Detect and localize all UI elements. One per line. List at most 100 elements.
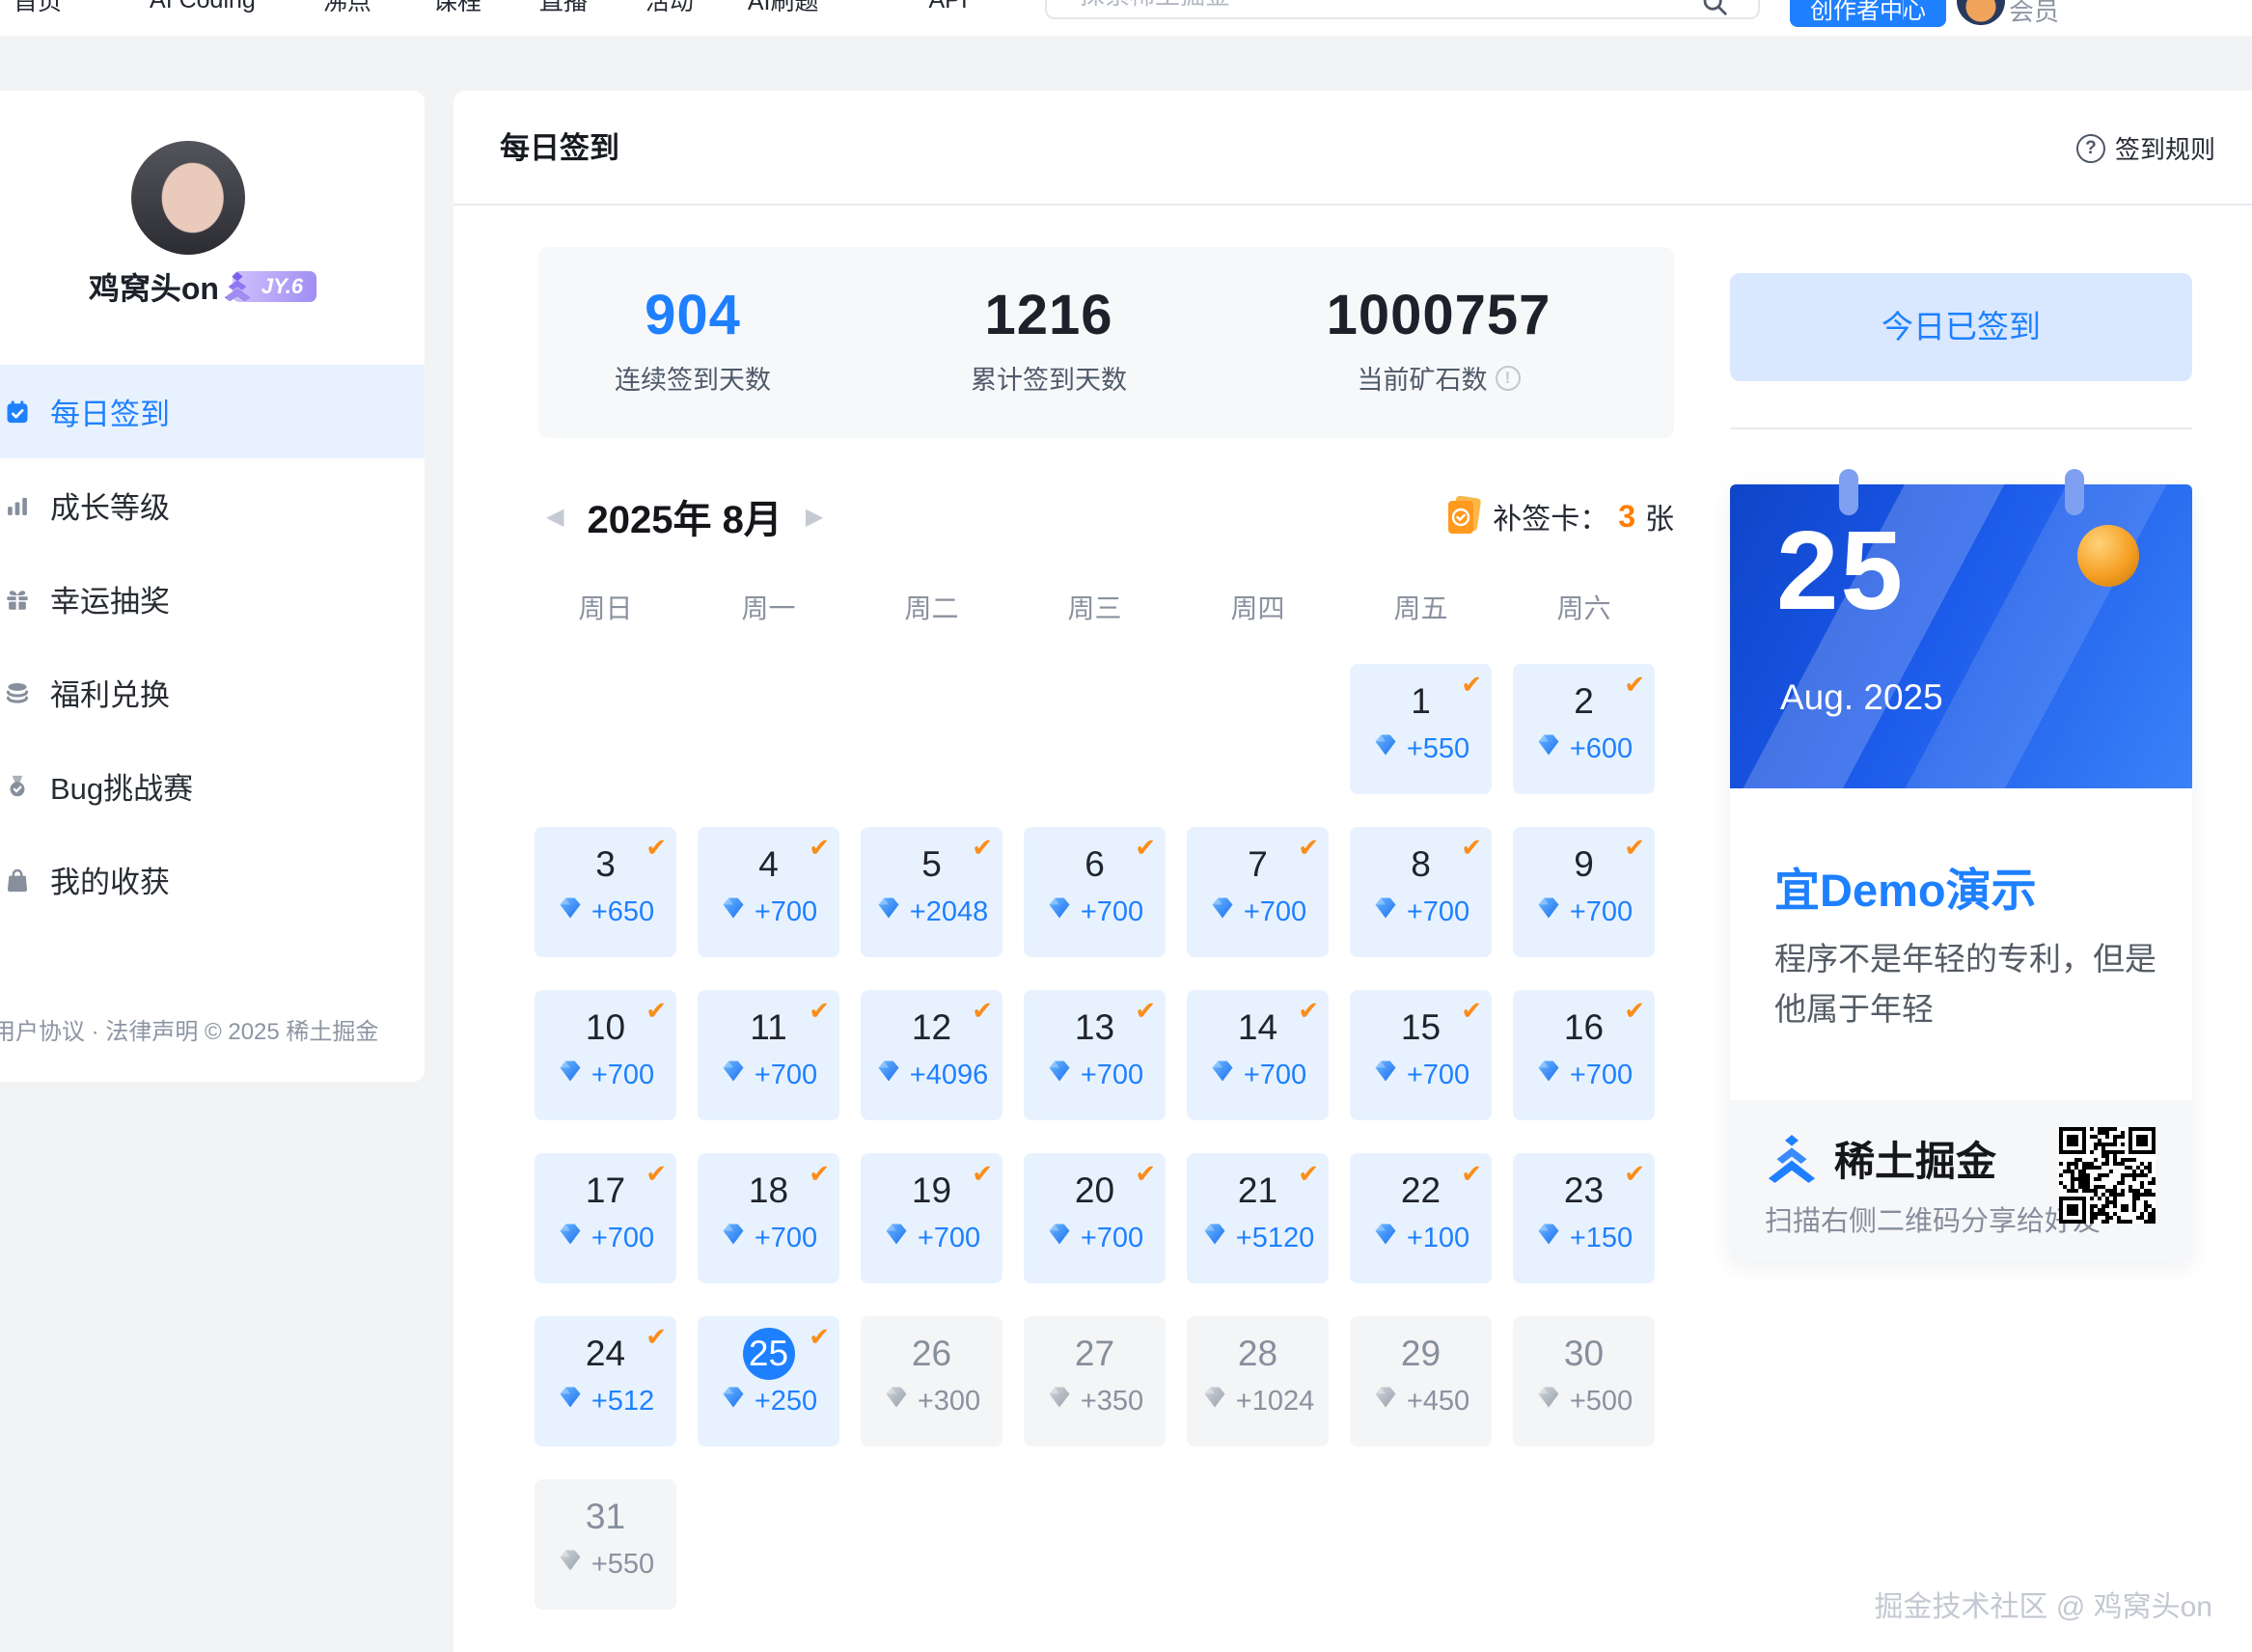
- weekday-header: 周日: [535, 590, 676, 628]
- checkin-rules-link[interactable]: ? 签到规则: [2076, 91, 2215, 206]
- page-title: 每日签到: [500, 91, 619, 206]
- coins-icon: [4, 679, 31, 706]
- calendar-day-7[interactable]: ✔7+700: [1187, 827, 1329, 957]
- day-reward: +700: [861, 1221, 1002, 1255]
- search-icon[interactable]: [1700, 0, 1729, 17]
- info-icon[interactable]: !: [1496, 366, 1521, 391]
- calendar-day-24[interactable]: ✔24+512: [535, 1316, 676, 1446]
- day-number: 29: [1350, 1328, 1492, 1380]
- aside-divider: [1730, 427, 2192, 429]
- nav-item-3[interactable]: 沸点: [323, 0, 371, 17]
- checked-icon: ✔: [1135, 996, 1156, 1026]
- checkin-rules-label: 签到规则: [2115, 130, 2215, 166]
- calendar-day-6[interactable]: ✔6+700: [1024, 827, 1166, 957]
- calendar-day-4[interactable]: ✔4+700: [698, 827, 839, 957]
- calendar-day-8[interactable]: ✔8+700: [1350, 827, 1492, 957]
- calendar-day-30[interactable]: 30+500: [1513, 1316, 1655, 1446]
- sidebar-footer-links[interactable]: 用户协议 · 法律声明 © 2025 稀土掘金: [0, 1012, 378, 1046]
- calendar-day-13[interactable]: ✔13+700: [1024, 990, 1166, 1120]
- nav-item-7[interactable]: AI刷题: [748, 0, 819, 17]
- makeup-card-counter[interactable]: 补签卡： 3 张: [1444, 481, 1674, 552]
- calendar-day-25[interactable]: ✔25+250: [698, 1316, 839, 1446]
- nav-item-4[interactable]: 课程: [433, 0, 481, 17]
- nav-item-6[interactable]: 活动: [645, 0, 694, 17]
- checked-icon: ✔: [645, 833, 667, 863]
- day-reward: +700: [1024, 1058, 1166, 1092]
- nav-item-2[interactable]: AI Coding: [150, 0, 256, 14]
- signed-today-button[interactable]: 今日已签到: [1730, 273, 2192, 381]
- nav-item-5[interactable]: 直播: [539, 0, 588, 17]
- prev-month-icon[interactable]: ◀: [546, 503, 563, 531]
- day-number: 26: [861, 1328, 1002, 1380]
- calendar-day-27[interactable]: 27+350: [1024, 1316, 1166, 1446]
- weekday-header: 周四: [1187, 590, 1329, 628]
- calendar-day-2[interactable]: ✔2+600: [1513, 664, 1655, 794]
- calendar-day-17[interactable]: ✔17+700: [535, 1153, 676, 1283]
- calendar-day-19[interactable]: ✔19+700: [861, 1153, 1002, 1283]
- checked-icon: ✔: [972, 833, 993, 863]
- calendar-day-31[interactable]: 31+550: [535, 1479, 676, 1610]
- calendar-day-23[interactable]: ✔23+150: [1513, 1153, 1655, 1283]
- calendar-day-20[interactable]: ✔20+700: [1024, 1153, 1166, 1283]
- calendar-day-3[interactable]: ✔3+650: [535, 827, 676, 957]
- calendar-day-15[interactable]: ✔15+700: [1350, 990, 1492, 1120]
- username: 鸡窝头on: [89, 264, 219, 309]
- stat-累计签到天数: 1216累计签到天数: [947, 284, 1150, 397]
- calendar-day-28[interactable]: 28+1024: [1187, 1316, 1329, 1446]
- sidebar-item-Bug挑战赛[interactable]: Bug挑战赛: [0, 739, 425, 833]
- ore-icon: [1201, 1384, 1228, 1418]
- ore-icon: [1372, 895, 1399, 929]
- sidebar-item-幸运抽奖[interactable]: 幸运抽奖: [0, 552, 425, 646]
- calendar-day-12[interactable]: ✔12+4096: [861, 990, 1002, 1120]
- calendar-day-11[interactable]: ✔11+700: [698, 990, 839, 1120]
- calendar-day-14[interactable]: ✔14+700: [1187, 990, 1329, 1120]
- sidebar-item-label: 每日签到: [50, 390, 170, 433]
- sidebar-item-福利兑换[interactable]: 福利兑换: [0, 646, 425, 739]
- sidebar-item-我的收获[interactable]: 我的收获: [0, 833, 425, 926]
- sidebar-item-每日签到[interactable]: 每日签到: [0, 365, 425, 458]
- member-link[interactable]: 会员: [2009, 0, 2059, 28]
- calendar-day-18[interactable]: ✔18+700: [698, 1153, 839, 1283]
- checked-icon: ✔: [809, 996, 830, 1026]
- ore-icon: [1372, 731, 1399, 766]
- creator-center-button[interactable]: 创作者中心: [1790, 0, 1946, 27]
- makeup-card-icon: [1444, 495, 1483, 537]
- ore-icon: [1046, 1384, 1073, 1418]
- day-reward: +700: [535, 1221, 676, 1255]
- checked-icon: ✔: [809, 833, 830, 863]
- day-reward: +650: [535, 895, 676, 929]
- ore-icon: [1046, 1221, 1073, 1255]
- checked-icon: ✔: [1461, 833, 1482, 863]
- calendar-day-26[interactable]: 26+300: [861, 1316, 1002, 1446]
- calendar-day-5[interactable]: ✔5+2048: [861, 827, 1002, 957]
- stat-当前矿石数: 1000757当前矿石数!: [1308, 284, 1569, 397]
- ore-icon: [1535, 1221, 1562, 1255]
- weekday-header: 周一: [698, 590, 839, 628]
- checked-icon: ✔: [1461, 996, 1482, 1026]
- ore-icon: [720, 1221, 747, 1255]
- checked-icon: ✔: [972, 996, 993, 1026]
- search-input[interactable]: 探索稀土掘金: [1045, 0, 1760, 19]
- day-reward: +700: [1024, 1221, 1166, 1255]
- day-reward: +700: [1187, 1058, 1329, 1092]
- user-avatar-nav[interactable]: [1957, 0, 2005, 25]
- weekday-header: 周六: [1513, 590, 1655, 628]
- calendar-day-10[interactable]: ✔10+700: [535, 990, 676, 1120]
- calendar-day-29[interactable]: 29+450: [1350, 1316, 1492, 1446]
- next-month-icon[interactable]: ▶: [806, 503, 823, 531]
- day-reward: +550: [535, 1547, 676, 1582]
- calendar-day-22[interactable]: ✔22+100: [1350, 1153, 1492, 1283]
- calendar-day-21[interactable]: ✔21+5120: [1187, 1153, 1329, 1283]
- nav-item-8[interactable]: API: [929, 0, 968, 14]
- profile-avatar[interactable]: [131, 141, 245, 255]
- calendar-day-9[interactable]: ✔9+700: [1513, 827, 1655, 957]
- sidebar-item-label: 幸运抽奖: [50, 577, 170, 620]
- main-panel: 每日签到 ? 签到规则 904连续签到天数1216累计签到天数1000757当前…: [453, 91, 2252, 1652]
- sidebar-item-成长等级[interactable]: 成长等级: [0, 458, 425, 552]
- calendar-day-1[interactable]: ✔1+550: [1350, 664, 1492, 794]
- checked-icon: ✔: [1624, 1159, 1645, 1189]
- panel-header: 每日签到 ? 签到规则: [453, 91, 2252, 206]
- calendar-day-16[interactable]: ✔16+700: [1513, 990, 1655, 1120]
- nav-item-1[interactable]: 首页: [14, 0, 62, 17]
- ore-icon: [1209, 1058, 1236, 1092]
